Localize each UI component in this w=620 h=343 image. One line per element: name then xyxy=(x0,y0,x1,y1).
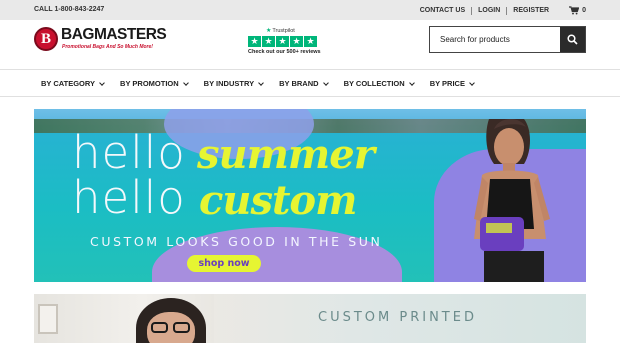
contact-link[interactable]: CONTACT US xyxy=(414,7,471,14)
hero-hello-2: hello xyxy=(72,171,186,224)
shop-now-button[interactable]: shop now xyxy=(187,255,261,272)
hero-hello-1: hello xyxy=(72,126,186,179)
cart-icon xyxy=(569,6,580,15)
cart-button[interactable]: 0 xyxy=(569,6,586,15)
logo-mark: B xyxy=(34,27,58,51)
glasses-left xyxy=(151,322,168,333)
nav-item-industry[interactable]: BY INDUSTRY xyxy=(204,79,264,88)
search-input[interactable] xyxy=(430,27,561,52)
search-button[interactable] xyxy=(560,27,585,52)
main-nav: BY CATEGORY BY PROMOTION BY INDUSTRY BY … xyxy=(0,69,620,97)
chevron-down-icon xyxy=(322,79,329,86)
star-icon: ★ xyxy=(276,36,289,47)
rating-stars: ★ ★ ★ ★ ★ xyxy=(248,36,317,47)
banner2-title: CUSTOM PRINTED xyxy=(318,310,477,325)
register-link[interactable]: REGISTER xyxy=(507,7,555,14)
model-photo xyxy=(474,118,550,282)
trustpilot-logo: ★ Trustpilot xyxy=(266,27,295,35)
trustpilot-widget[interactable]: ★ Trustpilot ★ ★ ★ ★ ★ Check out our 500… xyxy=(248,27,321,57)
hero-summer: summer xyxy=(197,131,375,178)
login-link[interactable]: LOGIN xyxy=(472,7,506,14)
glasses-right xyxy=(173,322,190,333)
cart-count: 0 xyxy=(582,7,586,14)
logo-name: BAGMASTERS xyxy=(61,26,167,43)
search-icon xyxy=(567,34,578,45)
chevron-down-icon xyxy=(258,79,264,86)
site-logo[interactable]: B BAGMASTERS Promotional Bags And So Muc… xyxy=(34,26,167,53)
nav-item-price[interactable]: BY PRICE xyxy=(430,79,475,88)
picture-frame xyxy=(38,304,58,334)
chevron-down-icon xyxy=(99,79,105,86)
phone-number[interactable]: CALL 1-800-843-2247 xyxy=(34,6,104,13)
star-icon: ★ xyxy=(304,36,317,47)
hero-custom: custom xyxy=(199,177,357,224)
chevron-down-icon xyxy=(469,79,475,86)
reviews-text: Check out our 500+ reviews xyxy=(248,49,321,55)
logo-tagline: Promotional Bags And So Much More! xyxy=(62,44,153,50)
top-bar: CALL 1-800-843-2247 CONTACT US LOGIN REG… xyxy=(0,0,620,20)
chevron-down-icon xyxy=(408,79,415,86)
nav-item-category[interactable]: BY CATEGORY xyxy=(41,79,105,88)
account-links: CONTACT US LOGIN REGISTER 0 xyxy=(414,6,586,15)
star-icon: ★ xyxy=(290,36,303,47)
nav-item-promotion[interactable]: BY PROMOTION xyxy=(120,79,189,88)
hero-subtitle: CUSTOM LOOKS GOOD IN THE SUN xyxy=(90,234,383,249)
trustpilot-star-icon: ★ xyxy=(266,28,272,34)
nav-item-collection[interactable]: BY COLLECTION xyxy=(344,79,415,88)
chevron-down-icon xyxy=(182,79,189,86)
star-icon: ★ xyxy=(248,36,261,47)
search-box xyxy=(429,26,586,53)
promo-banner-2[interactable]: CUSTOM PRINTED xyxy=(34,294,586,343)
star-icon: ★ xyxy=(262,36,275,47)
nav-item-brand[interactable]: BY BRAND xyxy=(279,79,329,88)
hero-banner[interactable]: hello hello summer custom CUSTOM LOOKS G… xyxy=(34,109,586,282)
